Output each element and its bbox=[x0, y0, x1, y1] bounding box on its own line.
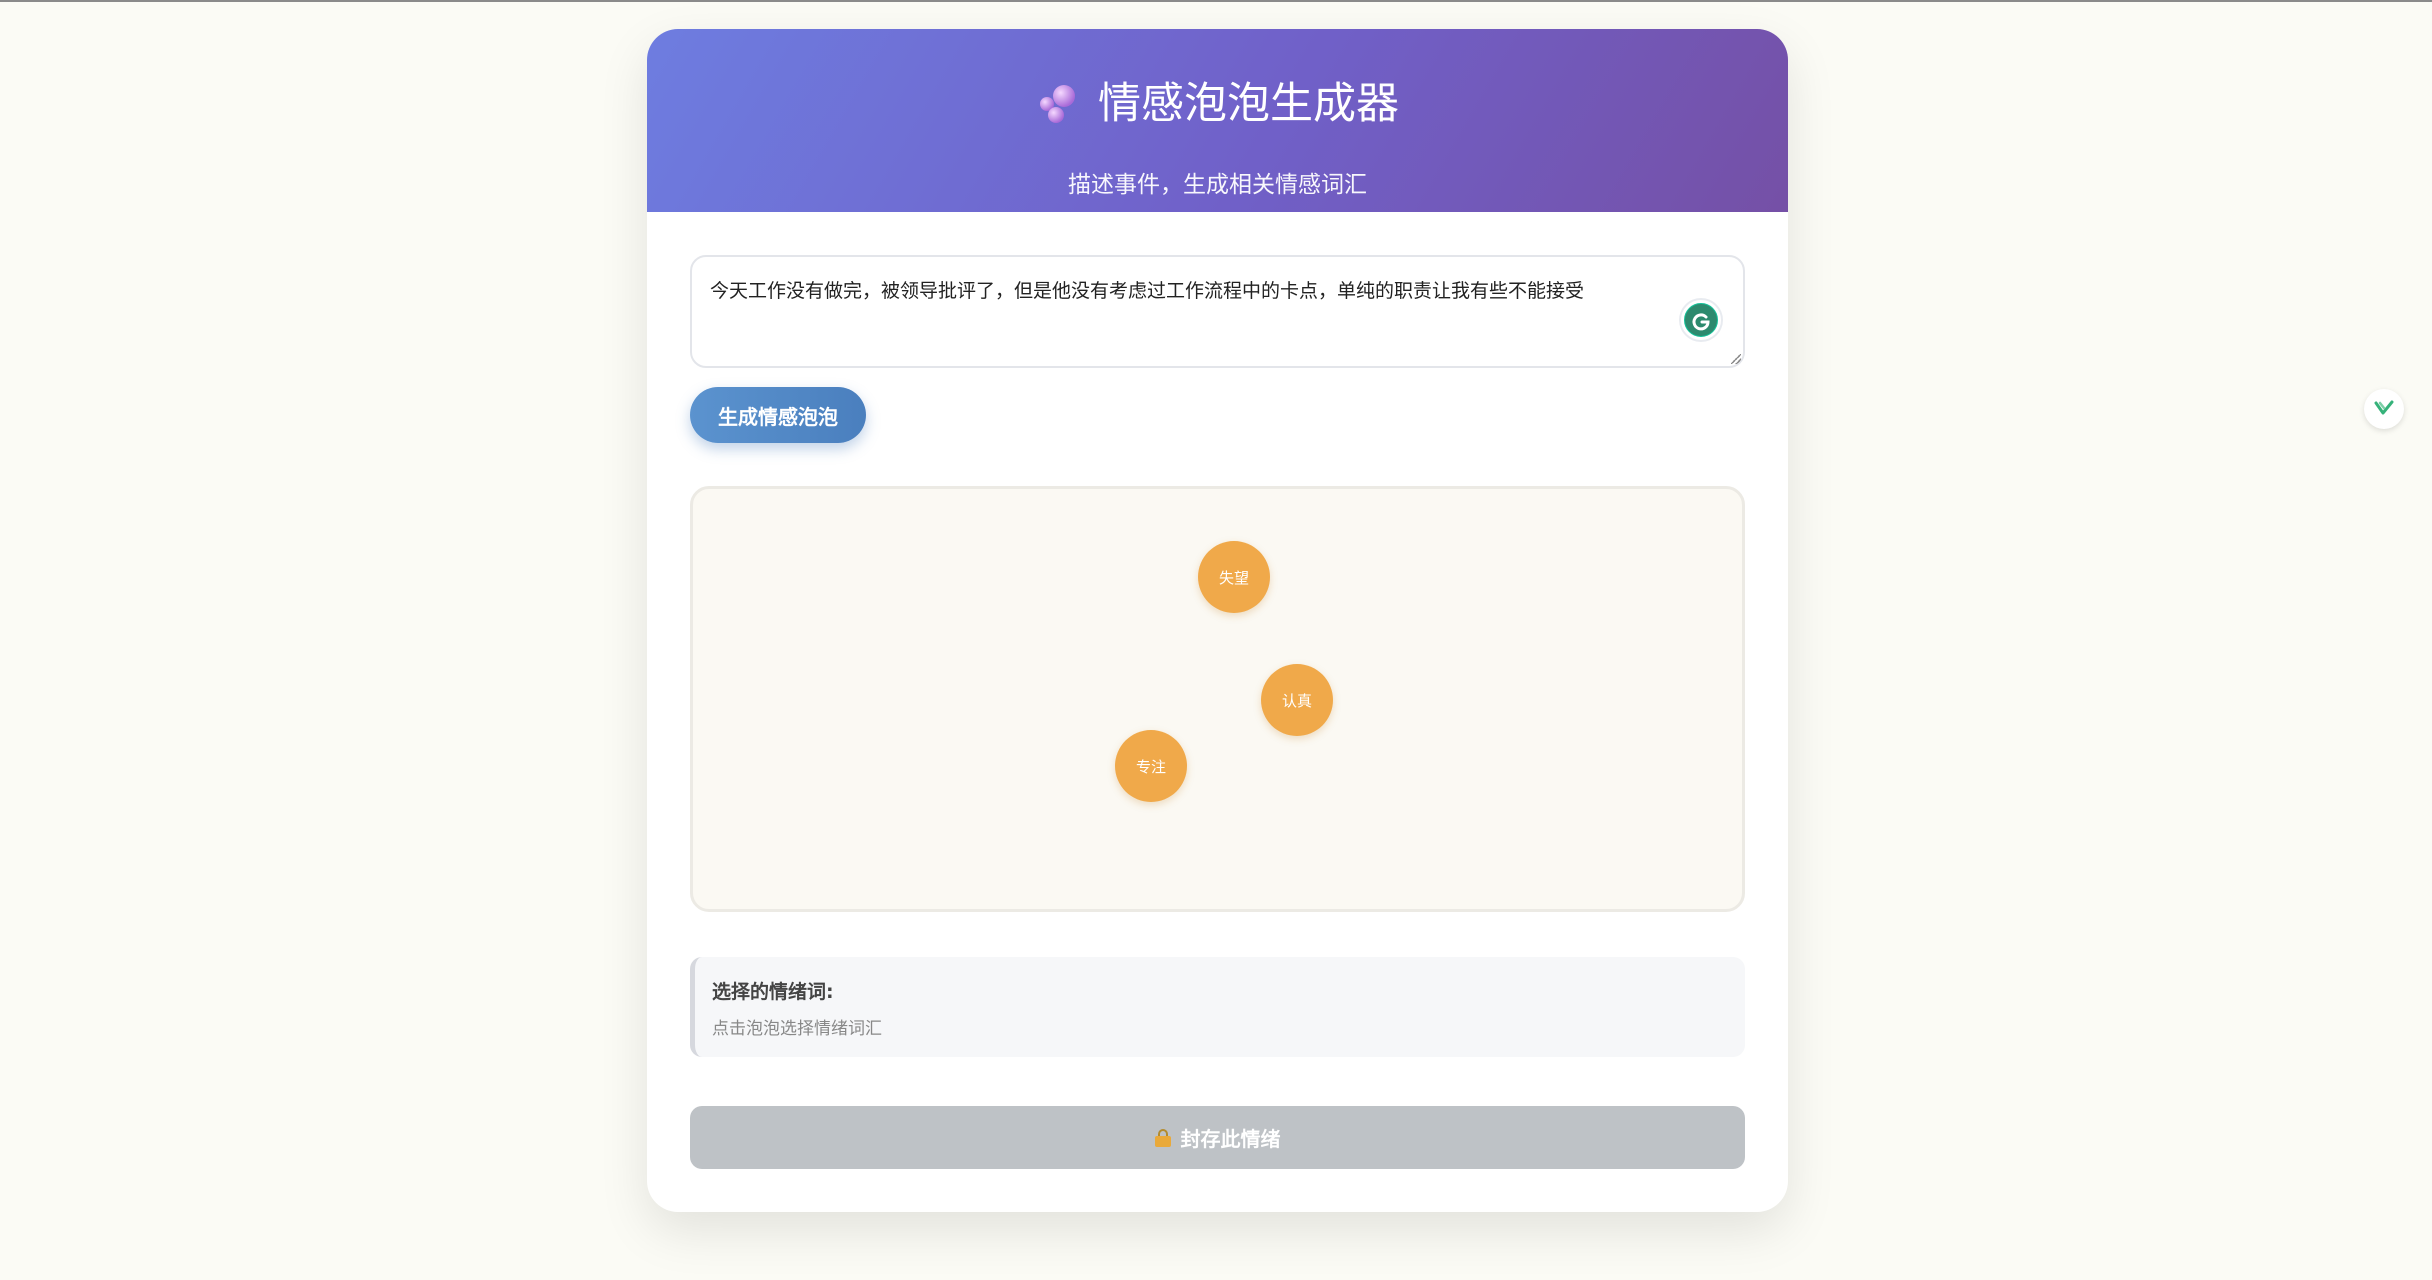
generate-bubbles-button[interactable]: 生成情感泡泡 bbox=[690, 387, 866, 443]
emotion-bubble-focused[interactable]: 专注 bbox=[1115, 730, 1187, 802]
resize-handle[interactable] bbox=[1731, 354, 1741, 364]
bubbles-icon bbox=[1040, 85, 1075, 123]
bubble-area: 失望 认真 专注 bbox=[690, 486, 1745, 912]
emotion-bubble-serious[interactable]: 认真 bbox=[1261, 664, 1333, 736]
selected-emotions-label: 选择的情绪词: bbox=[712, 981, 834, 1003]
event-textarea[interactable]: 今天工作没有做完，被领导批评了，但是他没有考虑过工作流程中的卡点，单纯的职责让我… bbox=[690, 255, 1745, 368]
page-subtitle: 描述事件，生成相关情感词汇 bbox=[1068, 172, 1367, 198]
seal-emotion-button[interactable]: 封存此情绪 bbox=[690, 1106, 1745, 1169]
grammarly-icon[interactable] bbox=[1681, 300, 1721, 340]
header: 情感泡泡生成器 描述事件，生成相关情感词汇 bbox=[647, 29, 1788, 212]
emotion-bubble-disappointed[interactable]: 失望 bbox=[1198, 541, 1270, 613]
lock-icon bbox=[1154, 1128, 1171, 1147]
title-row: 情感泡泡生成器 bbox=[647, 76, 1788, 132]
main-card: 情感泡泡生成器 描述事件，生成相关情感词汇 今天工作没有做完，被领导批评了，但是… bbox=[647, 29, 1788, 1212]
extension-icon[interactable] bbox=[2364, 389, 2404, 429]
selected-emotions-hint: 点击泡泡选择情绪词汇 bbox=[712, 1019, 882, 1039]
event-textarea-value: 今天工作没有做完，被领导批评了，但是他没有考虑过工作流程中的卡点，单纯的职责让我… bbox=[710, 280, 1585, 302]
selected-emotions-panel: 选择的情绪词: 点击泡泡选择情绪词汇 bbox=[690, 957, 1745, 1057]
page-title: 情感泡泡生成器 bbox=[1098, 79, 1399, 129]
browser-top-border bbox=[0, 0, 2432, 2]
seal-emotion-label: 封存此情绪 bbox=[1180, 1127, 1281, 1151]
